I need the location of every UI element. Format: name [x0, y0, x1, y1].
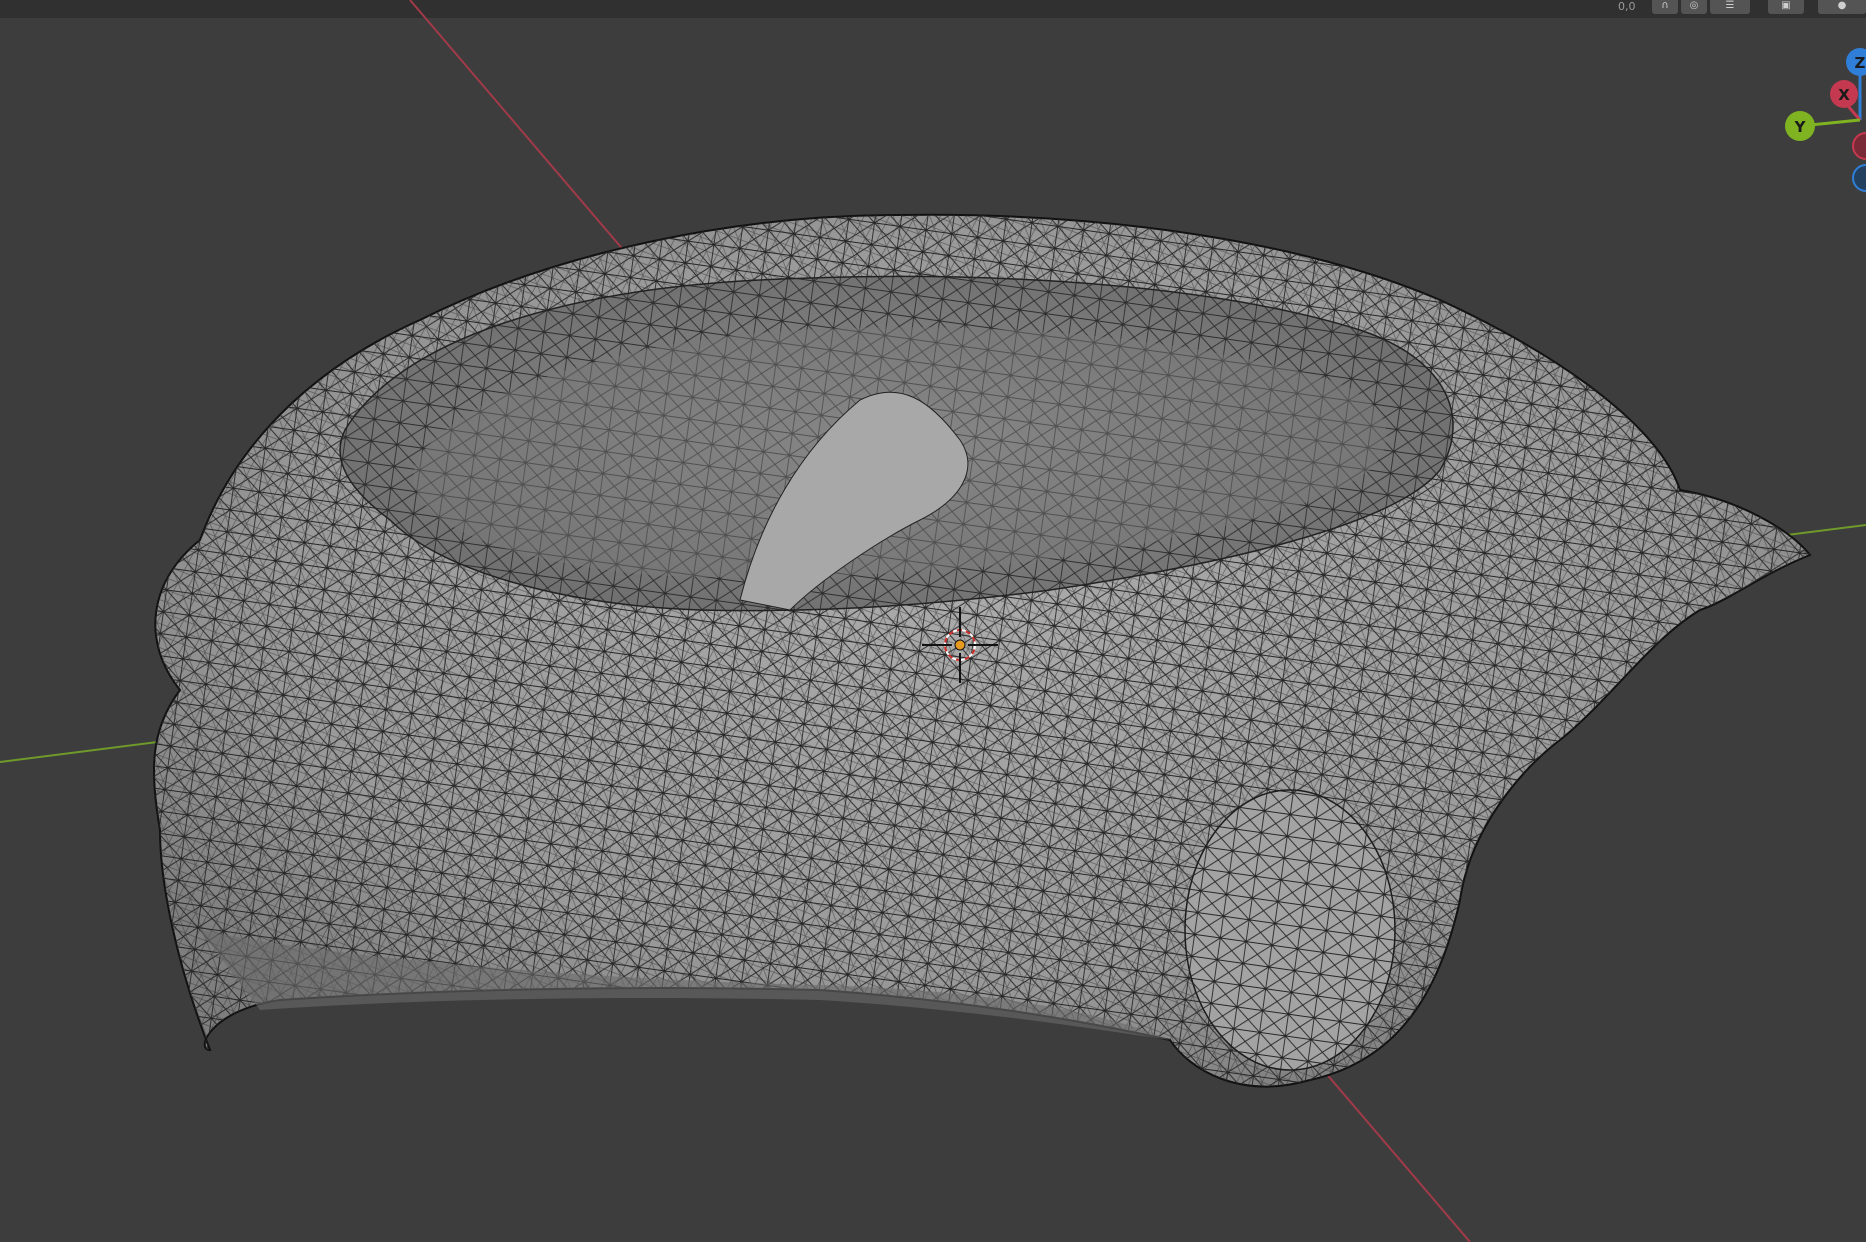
3d-viewport[interactable]: [0, 0, 1866, 1242]
gizmo-neg-z[interactable]: [1852, 164, 1866, 192]
navigation-gizmo[interactable]: Z X Y: [1768, 40, 1866, 200]
gizmo-x-label: X: [1838, 86, 1850, 104]
mesh-object[interactable]: [153, 213, 1812, 1088]
gizmo-y-label: Y: [1794, 118, 1807, 136]
gizmo-y-axis[interactable]: Y: [1785, 111, 1815, 141]
gizmo-x-axis[interactable]: X: [1830, 80, 1858, 108]
gizmo-z-label: Z: [1855, 54, 1866, 72]
gizmo-neg-x[interactable]: [1852, 132, 1866, 160]
gizmo-z-axis[interactable]: Z: [1846, 48, 1866, 76]
